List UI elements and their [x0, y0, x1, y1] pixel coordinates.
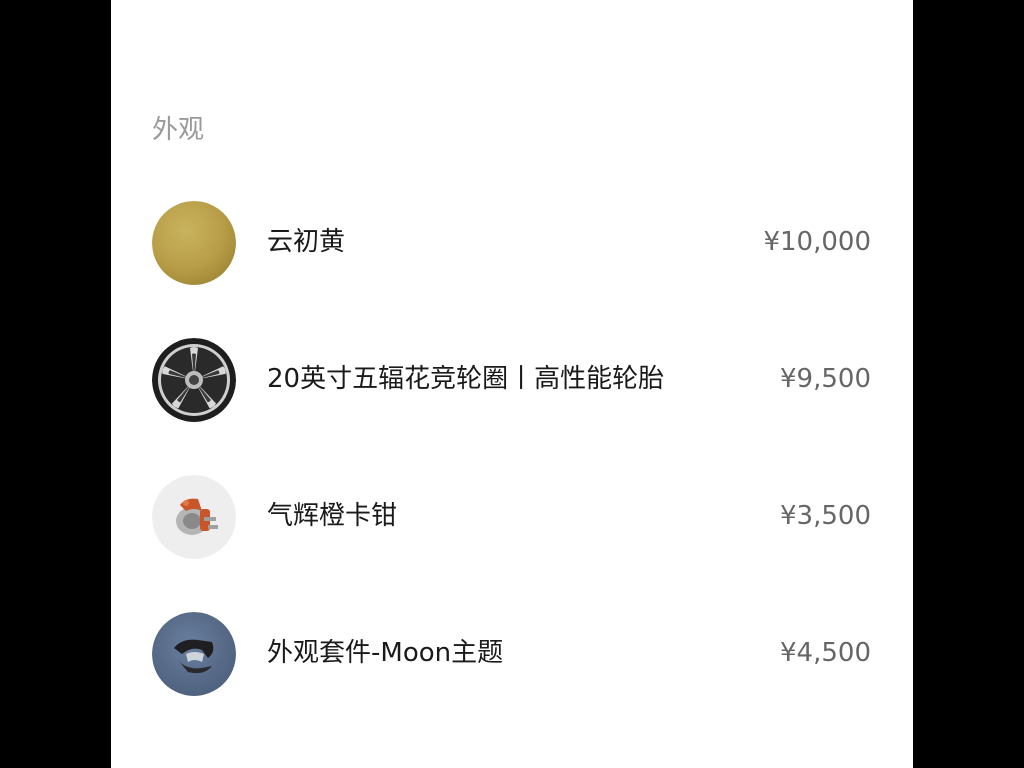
item-name: 20英寸五辐花竞轮圈丨高性能轮胎	[267, 364, 665, 394]
item-name: 气辉橙卡钳	[267, 501, 398, 531]
section-title: 外观	[152, 115, 205, 145]
list-item-moon-kit[interactable]: 外观套件-Moon主题 ¥4,500	[111, 609, 913, 699]
list-item-caliper[interactable]: 气辉橙卡钳 ¥3,500	[111, 472, 913, 562]
options-panel: 外观 云初黄 ¥10,000 20英寸五辐花竞轮圈丨高性能轮胎 ¥9,500 气…	[111, 0, 913, 768]
wheel-icon	[152, 338, 236, 422]
item-name: 外观套件-Moon主题	[267, 638, 504, 668]
brake-caliper-icon	[152, 475, 236, 559]
list-item-paint[interactable]: 云初黄 ¥10,000	[111, 198, 913, 288]
item-price: ¥3,500	[780, 501, 871, 531]
moon-theme-logo-icon	[152, 612, 236, 696]
paint-swatch-icon	[152, 201, 236, 285]
item-name: 云初黄	[267, 227, 346, 257]
item-price: ¥9,500	[780, 364, 871, 394]
list-item-wheel[interactable]: 20英寸五辐花竞轮圈丨高性能轮胎 ¥9,500	[111, 335, 913, 425]
item-price: ¥4,500	[780, 638, 871, 668]
item-price: ¥10,000	[763, 227, 871, 257]
